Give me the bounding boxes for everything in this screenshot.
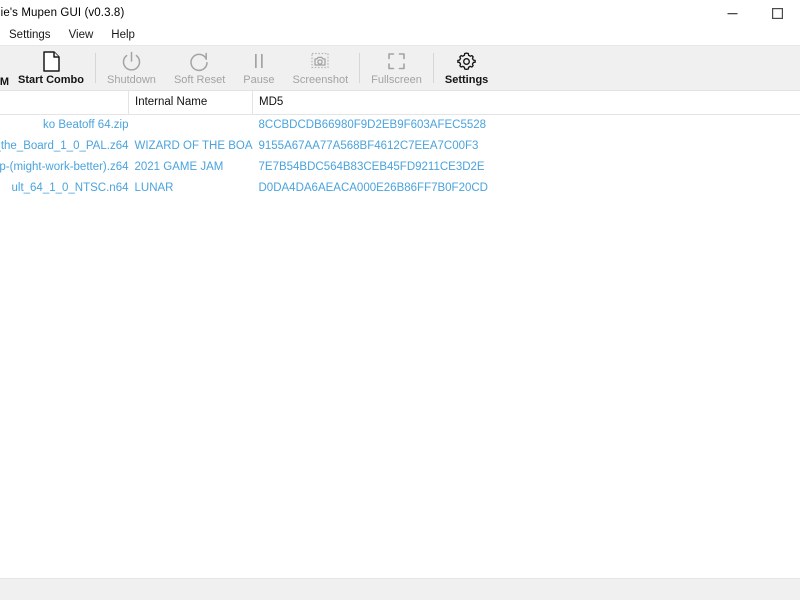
rom-table: Internal Name MD5 ko Beatoff 64.zip 8CCB… [0,91,800,199]
toolbar-button-start-combo[interactable]: Start Combo [9,46,93,90]
cell-md5: 8CCBDCDB66980F9D2EB9F603AFEC5528 [258,119,487,131]
camera-icon [309,51,331,73]
toolbar-label-open-rom: M [0,76,9,88]
maximize-button[interactable] [755,0,800,26]
window-title: lie's Mupen GUI (v0.3.8) [0,7,125,19]
cell-internal-name: LUNAR [134,182,174,194]
toolbar-separator [95,53,96,83]
rom-table-body: ko Beatoff 64.zip 8CCBDCDB66980F9D2EB9F6… [0,115,800,200]
refresh-icon [189,51,210,73]
table-row[interactable]: _the_Board_1_0_PAL.z64 WIZARD OF THE BOA… [0,136,800,157]
cell-md5: 9155A67AA77A568BF4612C7EEA7C00F3 [258,140,479,152]
document-icon [42,51,61,73]
column-header-md5[interactable]: MD5 [252,91,800,115]
menu-item-settings[interactable]: Settings [0,26,60,45]
status-bar [0,578,800,600]
application-window: lie's Mupen GUI (v0.3.8) File Settings V… [0,0,800,600]
toolbar-label-pause: Pause [243,73,275,86]
cell-filename: _the_Board_1_0_PAL.z64 [0,140,129,152]
toolbar-label-settings: Settings [444,73,489,86]
cell-internal-name [129,115,253,137]
gear-icon [456,51,477,73]
toolbar-label-shutdown: Shutdown [107,73,156,86]
toolbar: M Start Combo Shutdown Soft Reset Pause … [0,45,800,91]
column-header-internal-name[interactable]: Internal Name [128,91,253,115]
toolbar-button-screenshot[interactable]: Screenshot [284,46,358,90]
toolbar-label-screenshot: Screenshot [292,73,349,86]
menu-bar: File Settings View Help [0,26,800,45]
rom-table-header: Internal Name MD5 [0,91,800,115]
table-row[interactable]: ckup-(might-work-better).z64 2021 GAME J… [0,157,800,178]
cell-filename: ckup-(might-work-better).z64 [0,161,129,173]
cell-md5: D0DA4DA6AEACA000E26B86FF7B0F20CD [258,182,488,194]
cell-filename: ko Beatoff 64.zip [43,119,129,131]
rom-list[interactable]: Internal Name MD5 ko Beatoff 64.zip 8CCB… [0,91,800,578]
cell-internal-name: WIZARD OF THE BOARD [134,140,253,152]
table-row[interactable]: ko Beatoff 64.zip 8CCBDCDB66980F9D2EB9F6… [0,115,800,137]
toolbar-label-fullscreen: Fullscreen [371,73,422,86]
cell-internal-name: 2021 GAME JAM [134,161,224,173]
cell-filename: ult_64_1_0_NTSC.n64 [11,182,129,194]
menu-item-view[interactable]: View [60,26,103,45]
fullscreen-icon [386,51,407,73]
toolbar-button-fullscreen[interactable]: Fullscreen [362,46,431,90]
pause-icon [250,51,268,73]
toolbar-button-pause[interactable]: Pause [234,46,283,90]
toolbar-label-soft-reset: Soft Reset [173,73,226,86]
menu-item-help[interactable]: Help [102,26,144,45]
minimize-button[interactable] [710,0,755,26]
maximize-icon [772,7,783,19]
toolbar-separator [432,53,434,83]
toolbar-separator [359,53,361,83]
power-icon [121,51,142,73]
toolbar-button-shutdown[interactable]: Shutdown [98,46,165,90]
table-row[interactable]: ult_64_1_0_NTSC.n64 LUNAR D0DA4DA6AEACA0… [0,178,800,199]
toolbar-button-settings[interactable]: Settings [436,46,497,90]
table-header-row: Internal Name MD5 [0,91,800,115]
window-controls [710,0,800,26]
column-header-filename[interactable] [0,91,129,115]
title-bar: lie's Mupen GUI (v0.3.8) [0,0,800,26]
minimize-icon [727,12,738,14]
resize-grip[interactable] [785,584,797,596]
toolbar-button-open-rom[interactable]: M [0,46,9,90]
toolbar-button-soft-reset[interactable]: Soft Reset [165,46,234,90]
cell-md5: 7E7B54BDC564B83CEB45FD9211CE3D2E [258,161,485,173]
toolbar-label-start-combo: Start Combo [18,73,84,86]
